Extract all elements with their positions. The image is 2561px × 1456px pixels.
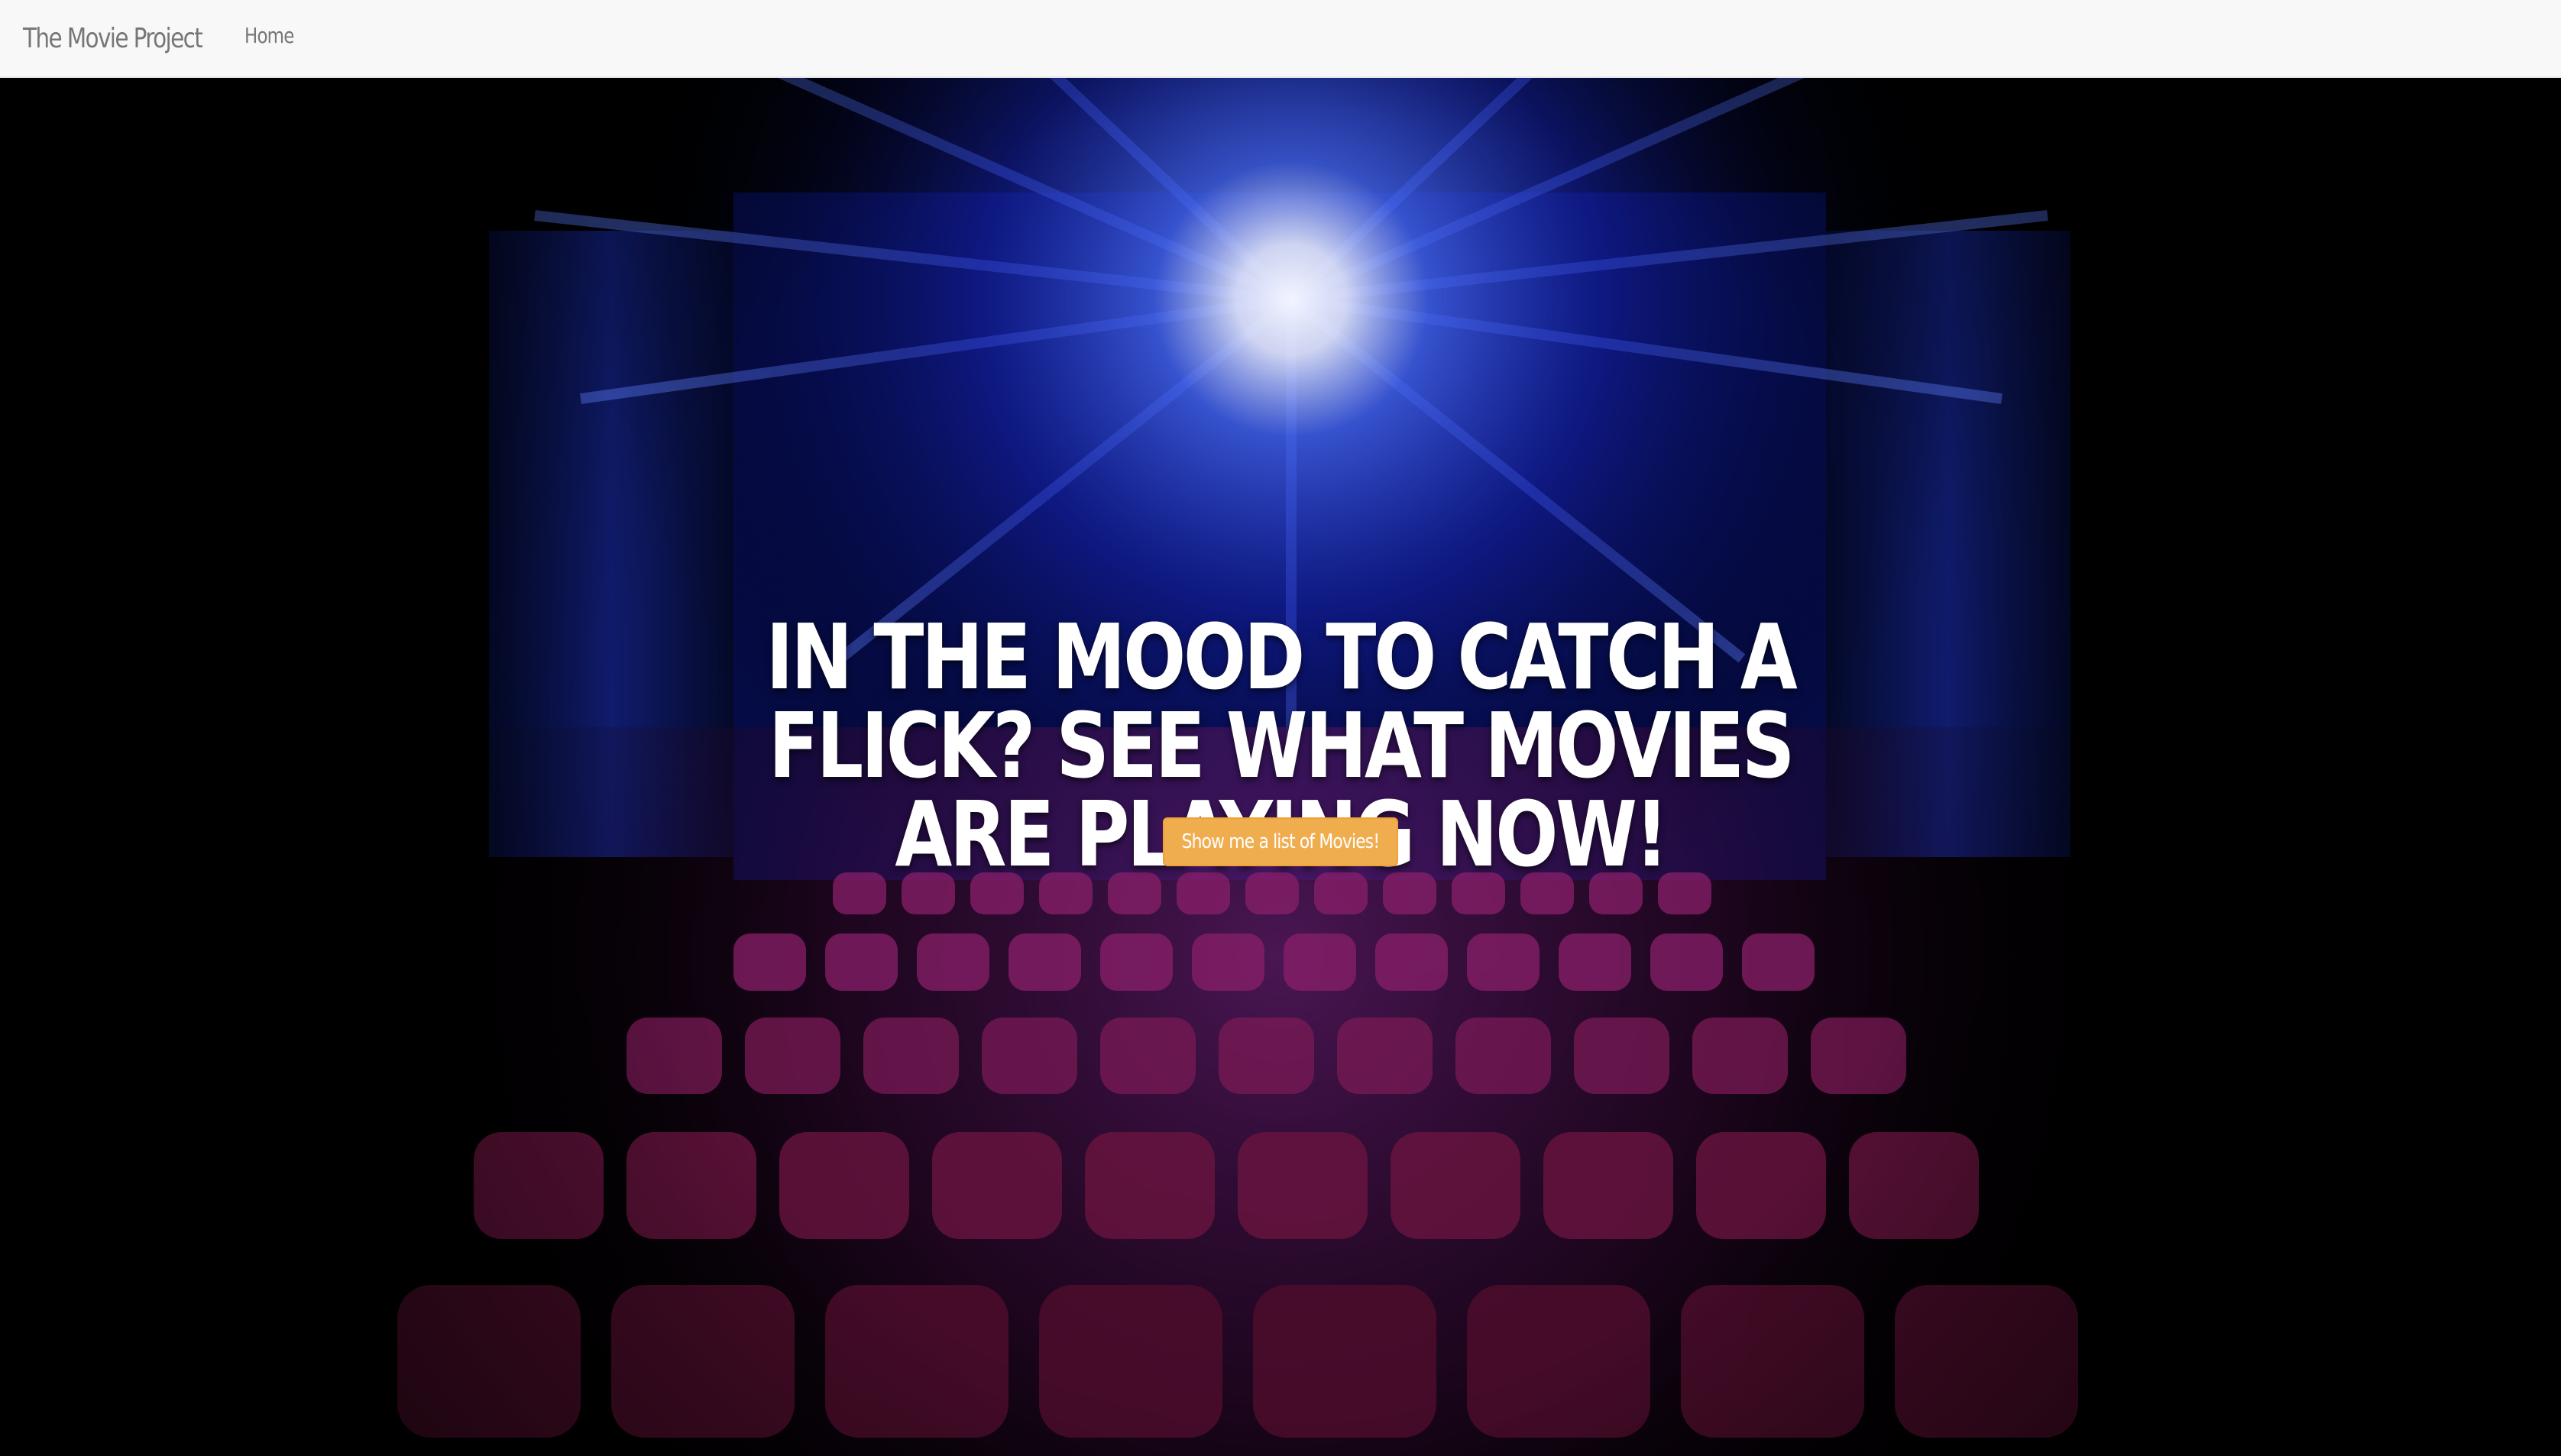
hero-section: IN THE MOOD TO CATCH A FLICK? SEE WHAT M… (0, 78, 2561, 1456)
show-movies-button[interactable]: Show me a list of Movies! (1163, 817, 1398, 866)
brand-link[interactable]: The Movie Project (23, 23, 203, 54)
nav-link-home[interactable]: Home (244, 23, 294, 48)
top-navbar: The Movie Project Home (0, 0, 2561, 78)
show-movies-button-label: Show me a list of Movies! (1181, 830, 1380, 853)
